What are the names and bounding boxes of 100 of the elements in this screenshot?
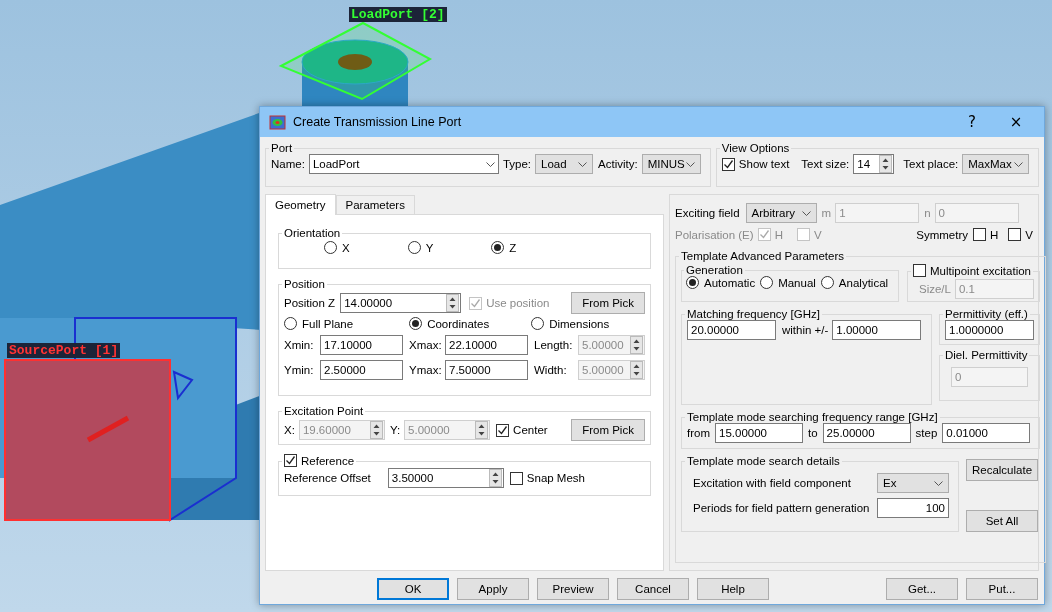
- field-label: Xmin:: [284, 339, 314, 351]
- close-button[interactable]: ×: [994, 107, 1038, 137]
- field-label: Activity:: [598, 158, 638, 170]
- spin-arrows-icon: [488, 469, 502, 487]
- app-icon: [269, 114, 286, 130]
- text-field[interactable]: 15.00000: [715, 423, 803, 443]
- dialog-button[interactable]: Apply: [457, 578, 529, 600]
- field-label: Ymin:: [284, 364, 314, 376]
- checkbox-label[interactable]: Snap Mesh: [526, 472, 585, 484]
- spin-arrows-icon: [630, 336, 643, 354]
- dropdown[interactable]: Arbitrary: [745, 203, 817, 223]
- checkbox[interactable]: [973, 228, 986, 241]
- group-title: View Options: [721, 142, 790, 154]
- radio-button[interactable]: [491, 241, 505, 254]
- checkbox[interactable]: [496, 423, 510, 437]
- radio-button[interactable]: [531, 317, 545, 330]
- group-title: Diel. Permittivity: [945, 349, 1028, 361]
- checkbox[interactable]: [284, 454, 297, 467]
- dialog-button[interactable]: Help: [697, 578, 769, 600]
- radio-label[interactable]: Automatic: [704, 276, 756, 289]
- radio-button[interactable]: [686, 276, 699, 289]
- group-title: Port: [271, 142, 293, 154]
- group-title: Permittivity (eff.): [945, 308, 1028, 320]
- text-field[interactable]: 20.00000: [687, 320, 776, 340]
- text-field[interactable]: 17.10000: [320, 335, 403, 355]
- field-label: n: [924, 207, 931, 219]
- dropdown[interactable]: Load: [535, 154, 593, 174]
- field-label: Reference Offset: [284, 472, 371, 484]
- dropdown[interactable]: MINUS: [641, 154, 701, 174]
- window-title: Create Transmission Line Port: [293, 115, 462, 129]
- text-field[interactable]: 2.50000: [320, 360, 403, 380]
- text-field[interactable]: 1.0000000: [945, 320, 1034, 340]
- field-label: X:: [284, 424, 295, 436]
- recalculate-button[interactable]: Recalculate: [966, 459, 1038, 481]
- dialog-button[interactable]: OK: [377, 578, 449, 600]
- field-label: Text size:: [801, 158, 850, 170]
- text-field[interactable]: 100: [877, 498, 949, 518]
- radio-button[interactable]: [760, 276, 774, 289]
- dialog-button[interactable]: Get...: [886, 578, 958, 600]
- combo-field[interactable]: LoadPort: [308, 154, 499, 174]
- dropdown[interactable]: MaxMax: [962, 154, 1030, 174]
- from-pick-button[interactable]: From Pick: [571, 292, 645, 314]
- checkbox-label[interactable]: Show text: [738, 158, 790, 170]
- spin-arrows-icon: [475, 421, 489, 439]
- field-label: to: [808, 427, 818, 439]
- group-title: Matching frequency [GHz]: [687, 308, 820, 320]
- radio-button[interactable]: [324, 241, 337, 254]
- field-label: Length:: [534, 339, 573, 351]
- radio-label[interactable]: Dimensions: [549, 317, 610, 330]
- radio-button[interactable]: [284, 317, 297, 330]
- radio-label[interactable]: Analytical: [838, 276, 889, 289]
- field-label: Y:: [389, 424, 401, 436]
- checkbox-label[interactable]: H: [990, 228, 999, 241]
- tab[interactable]: Geometry: [265, 194, 336, 215]
- radio-label[interactable]: Z: [509, 241, 517, 254]
- radio-button[interactable]: [820, 276, 834, 289]
- text-field[interactable]: 7.50000: [445, 360, 528, 380]
- text-field[interactable]: 0.01000: [942, 423, 1031, 443]
- spin-field[interactable]: 14.00000: [340, 293, 462, 313]
- text-field[interactable]: 22.10000: [445, 335, 528, 355]
- chevron-icon: [685, 161, 695, 167]
- spin-arrows-icon: [369, 421, 383, 439]
- spin-arrows-icon: [630, 361, 643, 379]
- text-field[interactable]: 25.00000: [822, 423, 911, 443]
- field-label: within +/-: [782, 324, 829, 336]
- dialog-button[interactable]: Preview: [537, 578, 609, 600]
- from-pick-button[interactable]: From Pick: [571, 419, 645, 441]
- radio-label[interactable]: Full Plane: [302, 317, 354, 330]
- field-label: Type:: [502, 158, 531, 170]
- radio-label[interactable]: Coordinates: [427, 317, 490, 330]
- checkbox[interactable]: [721, 157, 735, 171]
- dropdown[interactable]: Ex: [877, 473, 949, 493]
- port-label: LoadPort [2]: [351, 7, 445, 22]
- text-field[interactable]: 1.00000: [832, 320, 922, 340]
- field-label: Periods for field pattern generation: [693, 502, 870, 514]
- checkbox-label[interactable]: Multipoint excitation: [930, 264, 1031, 277]
- checkbox[interactable]: [1008, 228, 1022, 241]
- tab[interactable]: Parameters: [335, 195, 415, 214]
- dialog-button[interactable]: Cancel: [617, 578, 689, 600]
- checkbox[interactable]: [913, 264, 926, 277]
- chevron-icon: [485, 161, 495, 167]
- field-label: Text place:: [903, 158, 959, 170]
- radio-label[interactable]: X: [342, 241, 350, 254]
- help-button[interactable]: ?: [950, 107, 994, 137]
- spin-field[interactable]: 3.50000: [387, 468, 504, 488]
- group-title: Orientation: [284, 227, 341, 239]
- spin-field[interactable]: 14: [853, 154, 895, 174]
- radio-label[interactable]: Y: [425, 241, 434, 254]
- set-all-button[interactable]: Set All: [966, 510, 1038, 532]
- field-label: Excitation with field component: [693, 477, 851, 489]
- field-label: from: [687, 427, 710, 439]
- radio-button[interactable]: [407, 241, 421, 254]
- checkbox[interactable]: [509, 471, 523, 485]
- field-label: m: [821, 207, 832, 219]
- radio-label[interactable]: Manual: [778, 276, 816, 289]
- checkbox-label[interactable]: V: [1025, 228, 1033, 241]
- radio-button[interactable]: [409, 317, 423, 330]
- port-label: SourcePort [1]: [9, 343, 119, 358]
- dialog-button[interactable]: Put...: [966, 578, 1038, 600]
- checkbox-label[interactable]: Center: [513, 424, 548, 436]
